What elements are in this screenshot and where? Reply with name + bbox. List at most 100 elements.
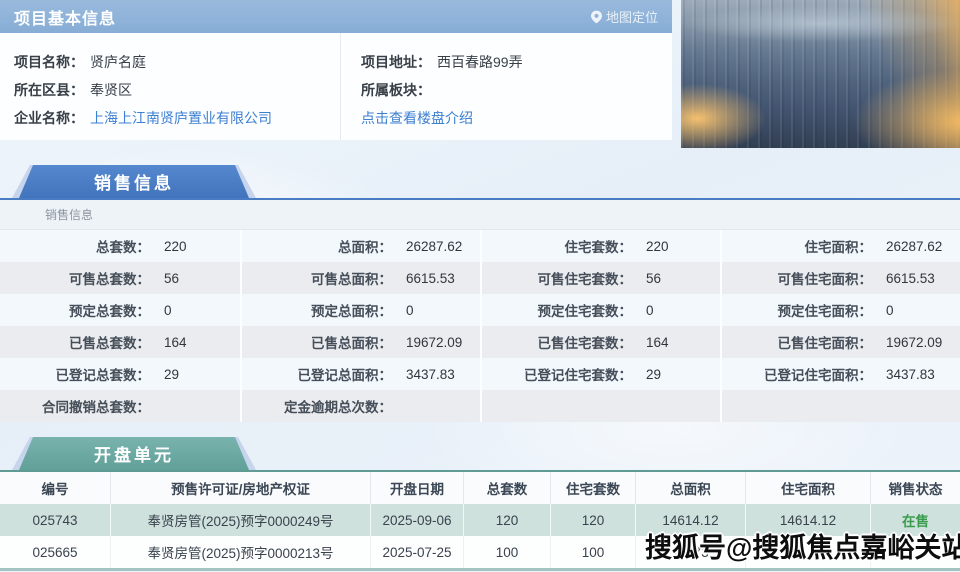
project-name-value: 贤庐名庭: [90, 54, 146, 70]
column-header: 总面积: [635, 472, 745, 504]
sales-value: 3437.83: [886, 366, 935, 382]
sales-row: 已售总套数： 164 已售总面积： 19672.09 已售住宅套数： 164 已售住宅…: [0, 326, 960, 358]
sales-cell: 总套数： 220: [0, 230, 240, 262]
sales-label: 已登记住宅套数：: [524, 368, 632, 383]
sales-value: 0: [646, 302, 654, 318]
page: 项目基本信息 地图定位 项目名称： 贤庐名庭 所在区县： 奉贤区 企业名称： 上…: [0, 0, 960, 572]
map-locate-button[interactable]: 地图定位: [590, 7, 672, 26]
column-header: 总套数: [463, 472, 550, 504]
sales-label: 住宅套数：: [564, 240, 633, 255]
map-locate-label: 地图定位: [605, 10, 658, 25]
sales-cell: 预定总套数： 0: [0, 294, 240, 326]
sales-cell: 总面积： 26287.62: [240, 230, 480, 262]
table-cell: 2025-07-25: [370, 536, 463, 568]
table-cell: 100: [550, 536, 635, 568]
sales-label: 住宅面积：: [804, 240, 873, 255]
sales-cell: 可售总面积： 6615.53: [240, 262, 480, 294]
sales-cell: 已登记住宅面积： 3437.83: [720, 358, 960, 390]
sales-subheader: 销售信息: [0, 200, 960, 230]
sales-label: 可售总面积：: [311, 272, 392, 287]
sales-label: 已登记总套数：: [55, 368, 151, 383]
sales-label: 可售住宅面积：: [777, 272, 873, 287]
tab-opening-units[interactable]: 开盘单元: [12, 437, 256, 470]
project-name-label: 项目名称：: [14, 54, 84, 70]
sales-label: 总面积：: [338, 240, 392, 255]
sales-label: 可售总套数：: [69, 272, 150, 287]
sales-cell: [480, 390, 720, 422]
sales-row: 预定总套数： 0 预定总面积： 0 预定住宅套数： 0 预定住宅面积： 0: [0, 294, 960, 326]
sales-cell: 合同撤销总套数：: [0, 390, 240, 422]
sales-cell: 预定总面积： 0: [240, 294, 480, 326]
sales-value: 0: [886, 302, 894, 318]
sales-value: 0: [406, 302, 414, 318]
sales-value: 164: [646, 334, 669, 350]
openings-header-row: 编号 预售许可证/房地产权证 开盘日期 总套数 住宅套数 总面积 住宅面积 销售…: [0, 472, 960, 504]
basic-info-header: 项目基本信息 地图定位: [0, 0, 672, 33]
sales-label: 合同撤销总套数：: [42, 400, 150, 415]
sales-row: 可售总套数： 56 可售总面积： 6615.53 可售住宅套数： 56 可售住宅面积：…: [0, 262, 960, 294]
sales-cell: 已登记总面积： 3437.83: [240, 358, 480, 390]
project-photo: [681, 0, 960, 148]
table-cell: 100: [463, 536, 550, 568]
table-cell: 奉贤房管(2025)预字0000249号: [110, 504, 370, 536]
sales-label: 已售总面积：: [311, 336, 392, 351]
sales-row: 总套数： 220 总面积： 26287.62 住宅套数： 220 住宅面积： 26287…: [0, 230, 960, 262]
address-label: 项目地址：: [361, 54, 431, 70]
plate-label: 所属板块：: [361, 82, 431, 98]
sales-row: 合同撤销总套数： 定金逾期总次数：: [0, 390, 960, 422]
basic-info-right-column: 项目地址： 西百春路99弄 所属板块： 点击查看楼盘介绍: [340, 33, 672, 140]
sales-table: 销售信息 总套数： 220 总面积： 26287.62 住宅套数： 220 住宅面积：…: [0, 198, 960, 422]
company-link[interactable]: 上海上江南贤庐置业有限公司: [90, 108, 272, 128]
sales-cell: 已售住宅面积： 19672.09: [720, 326, 960, 358]
sales-value: 29: [164, 366, 180, 382]
field-company: 企业名称： 上海上江南贤庐置业有限公司: [14, 104, 340, 132]
sales-label: 已登记住宅面积：: [764, 368, 872, 383]
field-address: 项目地址： 西百春路99弄: [361, 48, 672, 76]
district-label: 所在区县：: [14, 82, 84, 98]
table-cell: 2025-09-06: [370, 504, 463, 536]
sales-label: 预定总面积：: [311, 304, 392, 319]
column-header: 预售许可证/房地产权证: [110, 472, 370, 504]
sales-cell: 已登记总套数： 29: [0, 358, 240, 390]
sales-value: 3437.83: [406, 366, 455, 382]
column-header: 住宅面积: [745, 472, 870, 504]
column-header: 编号: [41, 482, 69, 497]
sales-cell: 已登记住宅套数： 29: [480, 358, 720, 390]
sales-value: 0: [164, 302, 172, 318]
sales-label: 可售住宅套数：: [537, 272, 633, 287]
column-header: 销售状态: [870, 472, 960, 504]
sales-label: 已售住宅面积：: [777, 336, 873, 351]
sales-cell: 住宅面积： 26287.62: [720, 230, 960, 262]
sales-value: 19672.09: [406, 334, 463, 350]
sales-cell: 可售住宅面积： 6615.53: [720, 262, 960, 294]
address-value: 西百春路99弄: [437, 54, 523, 70]
sales-value: 220: [646, 238, 669, 254]
sales-cell: 预定住宅套数： 0: [480, 294, 720, 326]
sales-tab-label: 销售信息: [19, 165, 249, 198]
company-label: 企业名称：: [14, 110, 84, 126]
sales-cell: 预定住宅面积： 0: [720, 294, 960, 326]
sales-cell: 已售总面积： 19672.09: [240, 326, 480, 358]
sales-label: 定金逾期总次数：: [284, 400, 392, 415]
field-plate: 所属板块：: [361, 76, 672, 104]
basic-info-left-column: 项目名称： 贤庐名庭 所在区县： 奉贤区 企业名称： 上海上江南贤庐置业有限公司: [0, 33, 340, 140]
sales-value: 26287.62: [886, 238, 943, 254]
building-intro-link[interactable]: 点击查看楼盘介绍: [361, 108, 473, 128]
table-cell: 120: [550, 504, 635, 536]
sales-value: 19672.09: [886, 334, 943, 350]
field-project-name: 项目名称： 贤庐名庭: [14, 48, 340, 76]
table-cell: 025743: [32, 512, 78, 528]
field-district: 所在区县： 奉贤区: [14, 76, 340, 104]
basic-info-card: 项目名称： 贤庐名庭 所在区县： 奉贤区 企业名称： 上海上江南贤庐置业有限公司…: [0, 33, 672, 140]
sales-label: 总套数：: [96, 240, 150, 255]
sales-value: 56: [164, 270, 180, 286]
district-value: 奉贤区: [90, 82, 132, 98]
sales-cell: 已售总套数： 164: [0, 326, 240, 358]
sales-value: 6615.53: [406, 270, 455, 286]
tab-sales-info[interactable]: 销售信息: [12, 165, 256, 198]
sales-cell: 可售总套数： 56: [0, 262, 240, 294]
openings-tab-label: 开盘单元: [19, 437, 249, 470]
column-header: 住宅套数: [550, 472, 635, 504]
map-pin-icon: [590, 10, 602, 24]
page-title: 项目基本信息: [14, 10, 117, 28]
